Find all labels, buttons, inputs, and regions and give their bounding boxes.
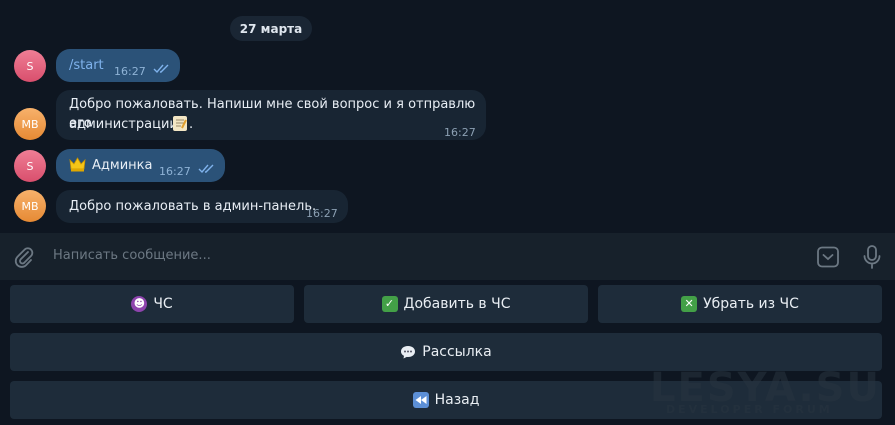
speech-bubble-icon	[400, 344, 416, 360]
paperclip-icon[interactable]	[12, 245, 36, 269]
message-time: 16:27	[159, 165, 191, 178]
message-bubble-incoming[interactable]: Добро пожаловать в админ-панель. 16:27	[56, 190, 348, 223]
devil-icon: ☻	[131, 296, 148, 312]
message-time: 16:27	[444, 126, 476, 139]
message-time: 16:27	[114, 65, 146, 78]
message-bubble-outgoing[interactable]: Админка 16:27	[56, 149, 225, 182]
avatar[interactable]: S	[14, 50, 46, 82]
avatar[interactable]: MB	[14, 190, 46, 222]
chat-area: 27 марта S /start 16:27 MB Добро пожалов…	[0, 0, 895, 233]
keyboard-button-label: Убрать из ЧС	[703, 296, 799, 312]
microphone-icon[interactable]	[860, 244, 884, 270]
message-time: 16:27	[306, 207, 338, 220]
message-text: Админка	[92, 158, 153, 173]
crown-icon	[69, 156, 86, 173]
double-check-icon	[198, 164, 216, 174]
message-text: Добро пожаловать в админ-панель.	[69, 199, 317, 214]
bot-reply-keyboard: ☻ ЧС ✓ Добавить в ЧС ✕ Убрать из ЧС Расс…	[0, 280, 895, 425]
keyboard-button-label: Назад	[434, 392, 480, 408]
avatar[interactable]: S	[14, 150, 46, 182]
message-composer: Написать сообщение...	[0, 233, 895, 280]
keyboard-button-label: ЧС	[153, 296, 173, 312]
keyboard-button-blacklist[interactable]: ☻ ЧС	[10, 285, 294, 323]
keyboard-button-back[interactable]: Назад	[10, 381, 882, 419]
keyboard-button-label: Добавить в ЧС	[403, 296, 511, 312]
message-text[interactable]: /start	[69, 56, 104, 75]
memo-icon	[173, 116, 187, 131]
message-bubble-outgoing[interactable]: /start 16:27	[56, 49, 180, 82]
message-text-line: администрации	[69, 117, 178, 132]
message-text-tail: .	[189, 117, 194, 132]
rewind-icon	[412, 392, 429, 408]
message-bubble-incoming[interactable]: Добро пожаловать. Напиши мне свой вопрос…	[56, 90, 486, 140]
check-mark-icon: ✓	[381, 296, 398, 312]
date-separator: 27 марта	[230, 16, 312, 41]
keyboard-button-broadcast[interactable]: Рассылка	[10, 333, 882, 371]
keyboard-button-label: Рассылка	[422, 344, 492, 360]
keyboard-button-add-blacklist[interactable]: ✓ Добавить в ЧС	[304, 285, 588, 323]
avatar[interactable]: MB	[14, 108, 46, 140]
bot-keyboard-icon[interactable]	[816, 245, 840, 269]
message-input[interactable]: Написать сообщение...	[53, 248, 211, 263]
keyboard-button-remove-blacklist[interactable]: ✕ Убрать из ЧС	[598, 285, 882, 323]
cross-mark-icon: ✕	[681, 296, 698, 312]
double-check-icon	[153, 64, 171, 74]
